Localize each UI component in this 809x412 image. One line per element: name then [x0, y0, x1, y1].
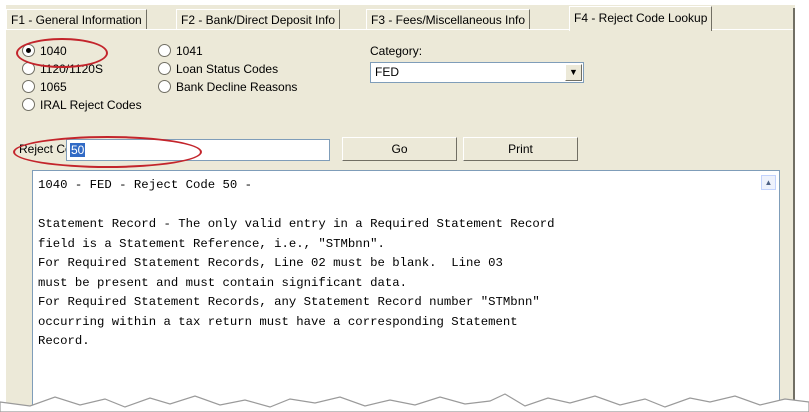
category-select[interactable]: FED ▼ — [370, 62, 584, 83]
radio-loan-status-codes[interactable]: Loan Status Codes — [158, 61, 278, 77]
tab-reject-code-lookup[interactable]: F4 - Reject Code Lookup — [569, 6, 713, 31]
chevron-down-icon[interactable]: ▼ — [565, 64, 582, 81]
category-value: FED — [375, 65, 399, 79]
print-button[interactable]: Print — [463, 137, 578, 161]
radio-1041[interactable]: 1041 — [158, 43, 203, 59]
radio-1041-label: 1041 — [176, 44, 203, 58]
radio-bank-decline-reasons[interactable]: Bank Decline Reasons — [158, 79, 297, 95]
go-button[interactable]: Go — [342, 137, 457, 161]
radio-icon — [22, 80, 35, 93]
radio-bank-decline-label: Bank Decline Reasons — [176, 80, 298, 94]
radio-icon — [158, 44, 171, 57]
scroll-up-icon[interactable]: ▲ — [761, 175, 776, 190]
radio-iral-label: IRAL Reject Codes — [40, 98, 142, 112]
result-text: 1040 - FED - Reject Code 50 - Statement … — [38, 178, 555, 348]
category-label: Category: — [370, 44, 423, 58]
radio-icon — [158, 80, 171, 93]
radio-1065-label: 1065 — [40, 80, 67, 94]
radio-icon — [22, 98, 35, 111]
radio-icon — [158, 62, 171, 75]
highlight-oval-reject-code — [13, 136, 202, 168]
panel-edge — [793, 8, 795, 403]
highlight-oval-1040 — [16, 38, 108, 68]
tab-general-information[interactable]: F1 - General Information — [6, 9, 147, 30]
tab-bank-direct-deposit[interactable]: F2 - Bank/Direct Deposit Info — [176, 9, 341, 30]
torn-edge — [0, 393, 809, 412]
radio-1065[interactable]: 1065 — [22, 79, 67, 95]
radio-loan-status-label: Loan Status Codes — [176, 62, 279, 76]
tab-strip: F1 - General Information F2 - Bank/Direc… — [6, 6, 796, 31]
radio-iral-reject-codes[interactable]: IRAL Reject Codes — [22, 97, 142, 113]
tab-fees-miscellaneous[interactable]: F3 - Fees/Miscellaneous Info — [366, 9, 531, 30]
